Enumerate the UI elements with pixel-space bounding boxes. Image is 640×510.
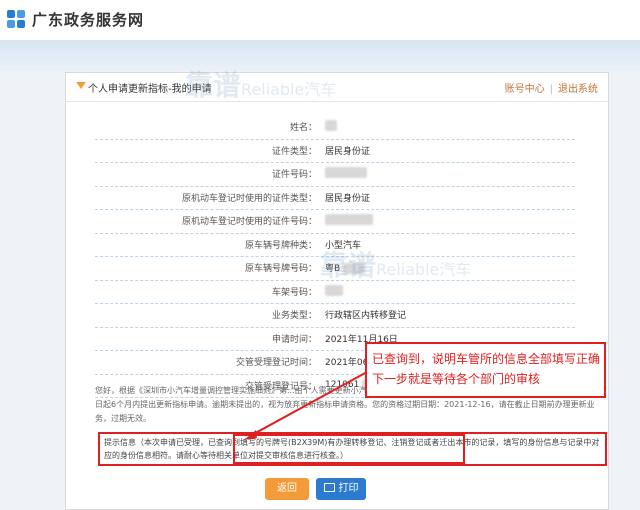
annotation-callout: 已查询到，说明车管所的信息全部填写正确 下一步就是等待各个部门的审核 [365, 342, 606, 398]
watermark-text: 靠谱 [185, 69, 242, 102]
watermark-text: 靠谱 [320, 249, 377, 282]
callout-line-2: 下一步就是等待各个部门的审核 [372, 372, 541, 386]
watermark-sub: Reliable汽车 [241, 80, 337, 99]
watermark: 靠谱Reliable汽车 [185, 64, 336, 104]
callout-line-1: 已查询到，说明车管所的信息全部填写正确 [372, 352, 601, 366]
watermark: 靠谱Reliable汽车 [320, 244, 471, 284]
callout-text: 已查询到，说明车管所的信息全部填写正确 下一步就是等待各个部门的审核 [372, 349, 600, 389]
watermark-sub: Reliable汽车 [376, 260, 472, 279]
